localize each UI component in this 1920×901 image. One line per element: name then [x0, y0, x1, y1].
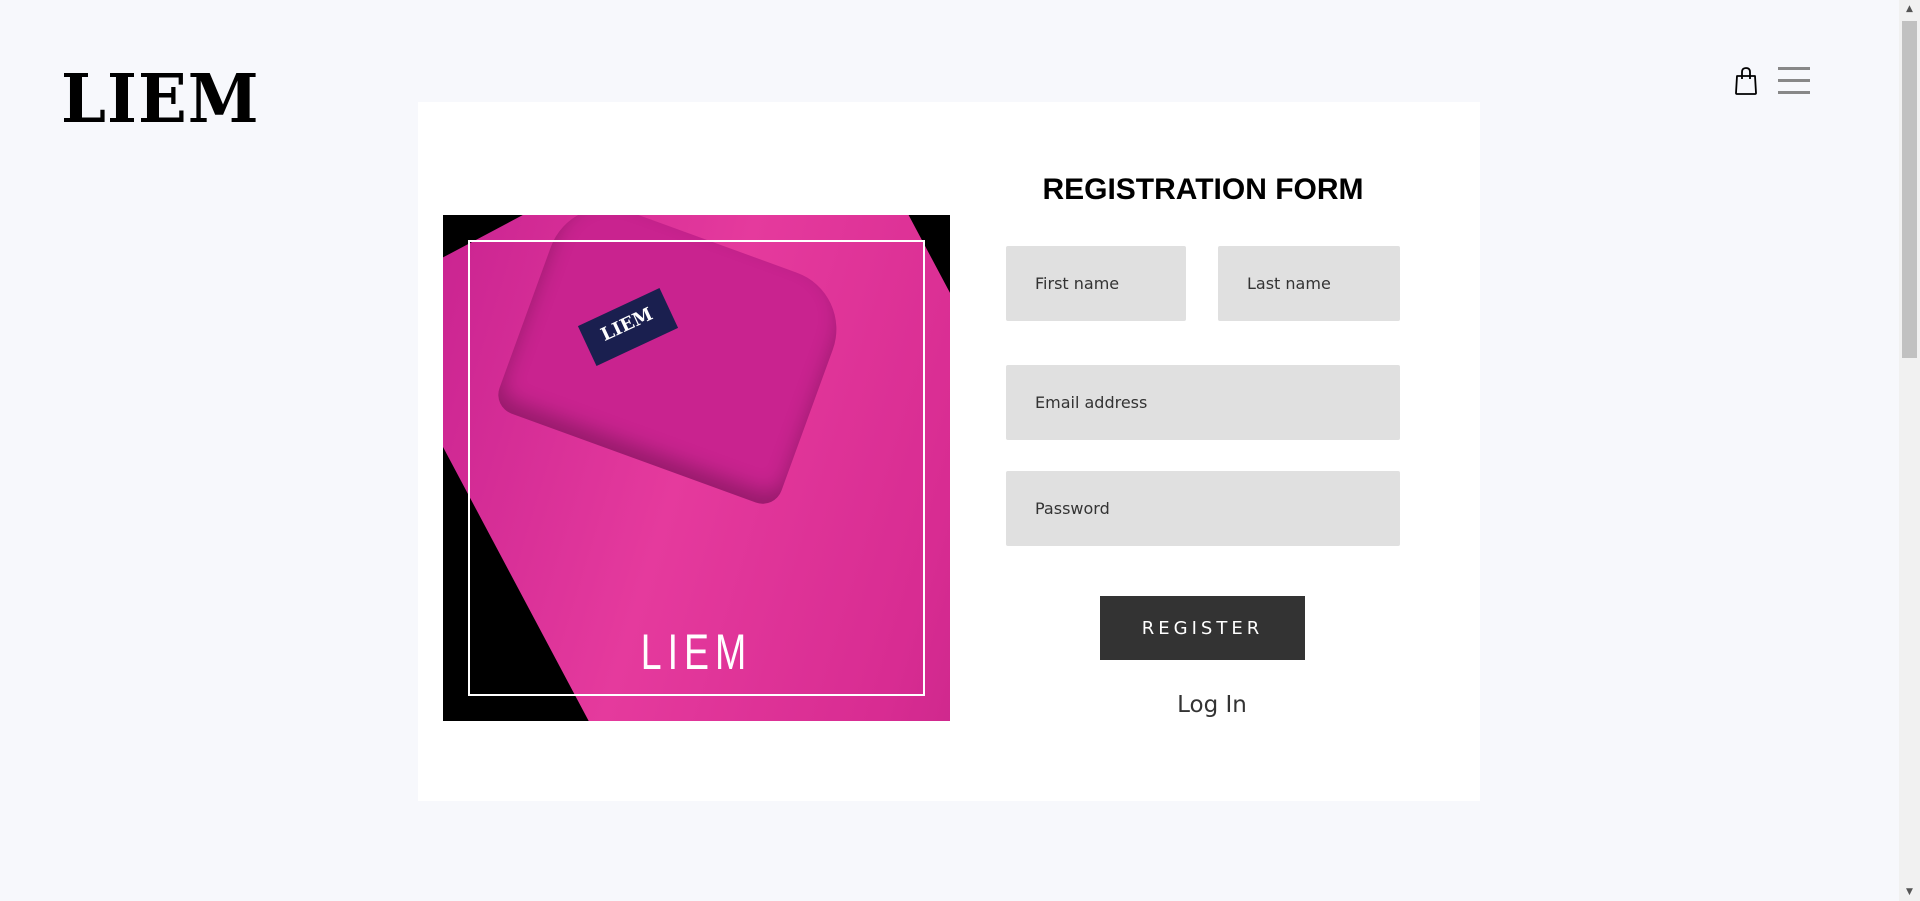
- scroll-down-arrow-icon[interactable]: ▼: [1899, 887, 1920, 897]
- login-link[interactable]: Log In: [1112, 692, 1312, 718]
- password-input[interactable]: [1006, 471, 1400, 546]
- shirt-product-image: LIEM LIEM: [443, 215, 950, 721]
- scrollbar-thumb[interactable]: [1902, 21, 1917, 358]
- hamburger-menu-icon[interactable]: [1778, 66, 1810, 94]
- first-name-input[interactable]: [1006, 246, 1186, 321]
- last-name-input[interactable]: [1218, 246, 1400, 321]
- email-input[interactable]: [1006, 365, 1400, 440]
- scroll-up-arrow-icon[interactable]: ▲: [1899, 4, 1920, 14]
- register-button[interactable]: REGISTER: [1100, 596, 1305, 660]
- image-brand-text: LIEM: [640, 624, 753, 680]
- brand-logo[interactable]: LIEM: [61, 60, 260, 139]
- shopping-bag-icon[interactable]: [1734, 66, 1758, 96]
- vertical-scrollbar[interactable]: ▲ ▼: [1899, 0, 1920, 901]
- form-title: REGISTRATION FORM: [1042, 173, 1364, 206]
